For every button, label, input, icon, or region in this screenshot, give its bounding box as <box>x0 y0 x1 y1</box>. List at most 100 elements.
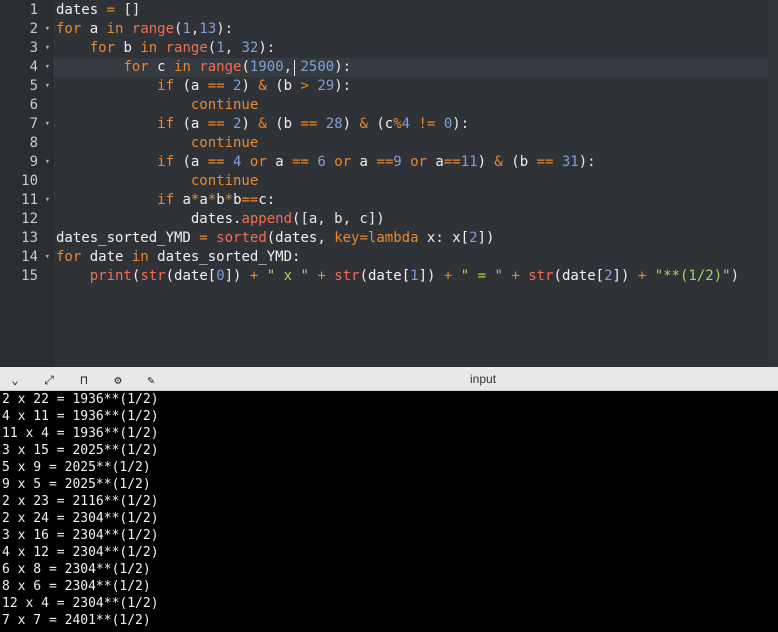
code-token: 28 <box>325 116 343 132</box>
code-token: ]) <box>612 268 638 284</box>
console-line: 4 x 12 = 2304**(1/2) <box>2 545 159 560</box>
line-number-row[interactable]: 15 <box>0 267 52 286</box>
code-token: str <box>140 268 166 284</box>
code-token: ]) <box>418 268 444 284</box>
code-token: (date[ <box>359 268 411 284</box>
line-number-row[interactable]: 5 ▾ <box>0 77 52 96</box>
code-token: sorted <box>216 230 267 246</box>
code-token: & <box>258 116 267 132</box>
line-number-row[interactable]: 14 ▾ <box>0 248 52 267</box>
code-token: == <box>292 154 309 170</box>
fold-arrow-icon[interactable]: ▾ <box>45 39 50 58</box>
fold-arrow-icon[interactable]: ▾ <box>45 248 50 267</box>
panel-title: input <box>470 372 497 386</box>
code-line[interactable]: continue <box>56 172 258 191</box>
code-token: a <box>199 192 208 208</box>
code-token: ): <box>258 40 276 56</box>
fold-arrow-icon[interactable]: ▾ <box>45 115 50 134</box>
code-token: ( <box>207 40 217 56</box>
code-token: or <box>249 154 267 170</box>
code-token: , <box>283 59 301 75</box>
code-editor[interactable]: 1 2 ▾ 3 ▾ 4 ▾ 5 ▾ 6 7 ▾ 8 9 ▾ 10 11 ▾ 12 13 14 ▾ 15 dates = []… <box>0 0 778 367</box>
code-token: 1 <box>216 40 225 56</box>
code-line[interactable]: for a in range(1,13): <box>56 20 233 39</box>
line-number: 12 <box>21 211 38 227</box>
code-token: x: x[ <box>418 230 470 246</box>
code-token: range <box>165 40 208 56</box>
pin-icon[interactable]: ⊓ <box>75 371 93 389</box>
code-line[interactable]: if a*a*b*b==c: <box>56 191 275 210</box>
code-line[interactable]: continue <box>56 134 258 153</box>
code-token: ]) <box>477 230 495 246</box>
code-token: ([a, b, c]) <box>292 211 385 227</box>
code-token: 0 <box>216 268 225 284</box>
line-number-row[interactable]: 2 ▾ <box>0 20 52 39</box>
code-line[interactable]: dates.append([a, b, c]) <box>56 210 385 229</box>
line-number-row[interactable]: 7 ▾ <box>0 115 52 134</box>
fold-arrow-icon[interactable]: ▾ <box>45 191 50 210</box>
code-token: lambda <box>367 230 419 246</box>
line-number-row[interactable]: 8 <box>0 134 52 153</box>
console-output[interactable]: 2 x 22 = 1936**(1/2) 4 x 11 = 1936**(1/2)… <box>0 391 778 632</box>
line-number-gutter[interactable]: 1 2 ▾ 3 ▾ 4 ▾ 5 ▾ 6 7 ▾ 8 9 ▾ 10 11 ▾ 12 13 14 ▾ 15 <box>0 0 53 367</box>
debug-icon[interactable]: ✎ <box>142 371 160 389</box>
code-token: & <box>359 116 368 132</box>
fold-arrow-icon[interactable]: ▾ <box>45 77 50 96</box>
code-line[interactable]: if (a == 2) & (b > 29): <box>56 77 351 96</box>
code-line[interactable]: if (a == 2) & (b == 28) & (c%4 != 0): <box>56 115 469 134</box>
code-line[interactable]: if (a == 4 or a == 6 or a ==9 or a==11) … <box>56 153 595 172</box>
code-token: 31 <box>561 154 579 170</box>
code-token: ) <box>241 78 259 94</box>
code-line[interactable]: dates_sorted_YMD = sorted(dates, key=lam… <box>56 229 494 248</box>
line-number-row[interactable]: 11 ▾ <box>0 191 52 210</box>
code-token: a <box>266 154 293 170</box>
code-line[interactable]: for c in range(1900, 2500): <box>56 58 351 77</box>
fold-arrow-icon[interactable]: ▾ <box>45 20 50 39</box>
line-number: 15 <box>21 268 38 284</box>
gear-icon[interactable]: ⚙ <box>109 371 127 389</box>
code-token: continue <box>190 173 259 189</box>
line-number: 10 <box>21 173 38 189</box>
code-token: dates <box>56 2 107 18</box>
code-token: for <box>123 59 149 75</box>
code-token: 6 <box>317 154 326 170</box>
fold-arrow-icon[interactable]: ▾ <box>45 58 50 77</box>
chevron-down-icon[interactable]: ⌄ <box>7 371 23 389</box>
code-token: for <box>56 249 82 265</box>
console-line: 9 x 5 = 2025**(1/2) <box>2 477 151 492</box>
line-number-row[interactable]: 4 ▾ <box>0 58 52 77</box>
expand-icon[interactable]: ⤢ <box>40 371 58 389</box>
line-number-row[interactable]: 12 <box>0 210 52 229</box>
code-token: 1 <box>410 268 419 284</box>
code-line[interactable]: print(str(date[0]) + " x " + str(date[1]… <box>56 267 739 286</box>
fold-arrow-icon[interactable]: ▾ <box>45 153 50 172</box>
editor-scrollbar[interactable] <box>768 0 778 367</box>
line-number-row[interactable]: 10 <box>0 172 52 191</box>
code-token: ) <box>477 154 495 170</box>
line-number-row[interactable]: 13 <box>0 229 52 248</box>
code-line[interactable]: dates = [] <box>56 1 140 20</box>
code-token: print <box>89 268 132 284</box>
code-line[interactable]: continue <box>56 96 258 115</box>
code-line[interactable]: for b in range(1, 32): <box>56 39 276 58</box>
line-number-row[interactable]: 1 <box>0 1 52 20</box>
code-token: append <box>241 211 293 227</box>
console-line: 3 x 15 = 2025**(1/2) <box>2 443 159 458</box>
code-token: & <box>258 78 267 94</box>
code-token: + <box>317 268 326 284</box>
code-token: + <box>511 268 520 284</box>
code-token: (date[ <box>553 268 605 284</box>
line-number-row[interactable]: 6 <box>0 96 52 115</box>
code-token: for <box>89 40 116 56</box>
line-number-row[interactable]: 9 ▾ <box>0 153 52 172</box>
line-number-row[interactable]: 3 ▾ <box>0 39 52 58</box>
code-line[interactable]: for date in dates_sorted_YMD: <box>56 248 300 267</box>
